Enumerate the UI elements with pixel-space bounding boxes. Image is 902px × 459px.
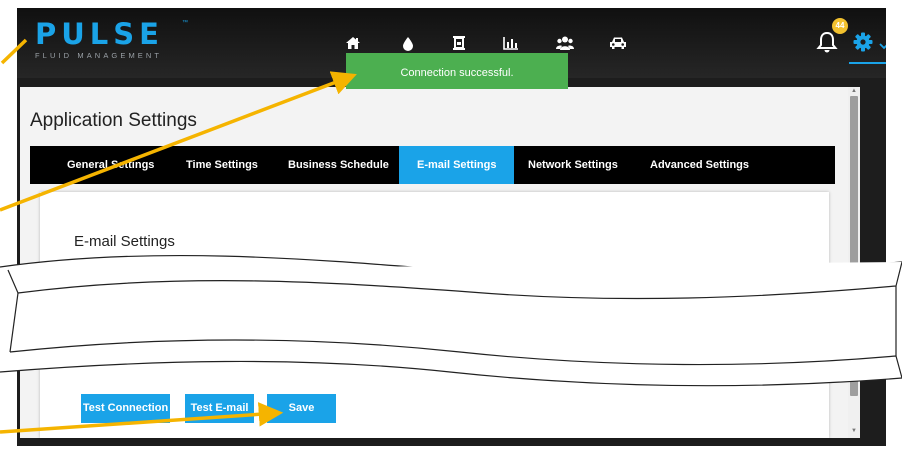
- logo-wordmark: PULSE: [35, 17, 164, 51]
- settings-active-indicator: [849, 62, 886, 64]
- droplet-icon[interactable]: [397, 32, 419, 54]
- bar-chart-icon[interactable]: [500, 32, 522, 54]
- tab-general-settings[interactable]: General Settings: [49, 146, 172, 184]
- tank-icon[interactable]: [448, 32, 470, 54]
- logo-subtitle: FLUID MANAGEMENT: [35, 51, 163, 60]
- pulse-logo[interactable]: PULSE ™ FLUID MANAGEMENT: [35, 17, 188, 61]
- car-icon[interactable]: [607, 32, 629, 54]
- scroll-down-arrow-icon[interactable]: ▼: [850, 428, 858, 436]
- test-connection-button[interactable]: Test Connection: [81, 394, 170, 423]
- use-authentication-checkbox[interactable]: [76, 347, 89, 361]
- notification-bell-icon[interactable]: [816, 30, 838, 54]
- notification-count-badge: 44: [832, 18, 848, 34]
- scrollbar-thumb[interactable]: [850, 96, 858, 396]
- save-button[interactable]: Save: [267, 394, 336, 423]
- tab-business-schedule[interactable]: Business Schedule: [270, 146, 407, 184]
- tab-email-settings[interactable]: E-mail Settings: [399, 146, 515, 184]
- users-icon[interactable]: [554, 32, 576, 54]
- chevron-down-icon[interactable]: [879, 37, 886, 50]
- page-title: Application Settings: [30, 110, 197, 131]
- home-icon[interactable]: [342, 32, 364, 54]
- email-settings-title: E-mail Settings: [74, 233, 175, 250]
- logo-trademark: ™: [182, 20, 188, 26]
- settings-gear-icon[interactable]: [853, 32, 873, 52]
- tab-time-settings[interactable]: Time Settings: [168, 146, 276, 184]
- test-email-button[interactable]: Test E-mail: [185, 394, 254, 423]
- scroll-up-arrow-icon[interactable]: ▲: [850, 88, 858, 96]
- tab-network-settings[interactable]: Network Settings: [510, 146, 636, 184]
- use-authentication-option[interactable]: Use Authentication: [76, 346, 189, 362]
- settings-tab-bar: General Settings Time Settings Business …: [30, 146, 835, 184]
- screenshot-frame: PULSE ™ FLUID MANAGEMENT 44 Connection s…: [0, 0, 902, 459]
- connection-toast: Connection successful.: [346, 53, 568, 89]
- tab-advanced-settings[interactable]: Advanced Settings: [632, 146, 767, 184]
- use-authentication-label: Use Authentication: [97, 348, 189, 360]
